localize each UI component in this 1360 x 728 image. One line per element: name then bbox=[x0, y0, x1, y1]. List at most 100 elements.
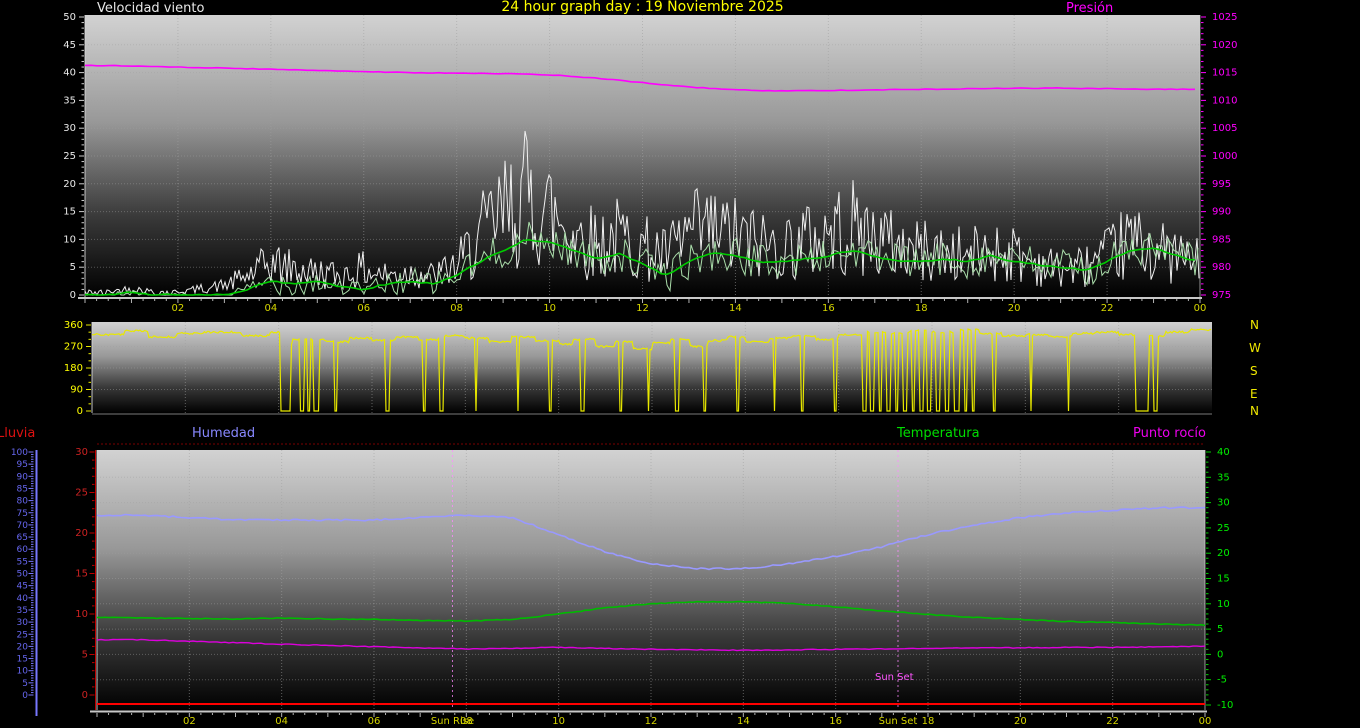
tick-label: 40 bbox=[17, 594, 29, 604]
tick-label: 10 bbox=[17, 667, 29, 677]
tick-label: 100 bbox=[11, 448, 28, 458]
tick-label: 1015 bbox=[1212, 68, 1237, 79]
tick-label: 1010 bbox=[1212, 95, 1237, 106]
x-axis-bottom: 020406081012141618202200Sun RiseSun Set bbox=[97, 713, 1211, 727]
tick-label: 0 bbox=[82, 690, 88, 701]
tick-label: 40 bbox=[1217, 447, 1230, 458]
hour-label: 02 bbox=[183, 716, 196, 727]
hour-label: 00 bbox=[1199, 716, 1212, 727]
hour-label: 02 bbox=[172, 303, 185, 314]
hour-label: 22 bbox=[1101, 303, 1114, 314]
hour-label: 10 bbox=[552, 716, 565, 727]
tick-label: 15 bbox=[1217, 574, 1230, 585]
tick-label: -5 bbox=[1217, 675, 1227, 686]
tick-label: 35 bbox=[17, 606, 28, 616]
x-axis-top: 020406081012141618202200 bbox=[85, 299, 1206, 314]
tick-label: 25 bbox=[63, 151, 76, 162]
tick-label: 5 bbox=[1217, 624, 1223, 635]
hour-label: 20 bbox=[1008, 303, 1021, 314]
tick-label: 20 bbox=[1217, 548, 1230, 559]
tick-label: 75 bbox=[17, 509, 28, 519]
tick-label: 975 bbox=[1212, 290, 1231, 301]
tick-label: 45 bbox=[17, 582, 28, 592]
tick-label: 30 bbox=[17, 618, 29, 628]
sun-set-axis-label: Sun Set bbox=[879, 716, 918, 727]
hour-label: 04 bbox=[264, 303, 277, 314]
tick-label: 1025 bbox=[1212, 12, 1237, 23]
tick-label: 270 bbox=[64, 342, 83, 353]
tick-label: 180 bbox=[64, 363, 83, 374]
hour-label: 16 bbox=[829, 716, 842, 727]
tick-label: 35 bbox=[1217, 472, 1230, 483]
sun-rise-axis-label: Sun Rise bbox=[431, 716, 474, 727]
hour-label: 04 bbox=[275, 716, 288, 727]
hour-label: 06 bbox=[357, 303, 370, 314]
tick-label: 980 bbox=[1212, 262, 1231, 273]
tick-label: 5 bbox=[70, 262, 76, 273]
tick-label: 985 bbox=[1212, 234, 1231, 245]
hour-label: 08 bbox=[450, 303, 463, 314]
sun-set-chart-label: Sun Set bbox=[875, 672, 914, 683]
tick-label: 20 bbox=[17, 642, 29, 652]
hour-label: 06 bbox=[368, 716, 381, 727]
tick-label: 95 bbox=[17, 460, 28, 470]
tick-label: 80 bbox=[17, 497, 29, 507]
hour-label: 20 bbox=[1014, 716, 1027, 727]
tick-label: 90 bbox=[70, 385, 83, 396]
hour-label: 16 bbox=[822, 303, 835, 314]
hour-label: 14 bbox=[737, 716, 750, 727]
tick-label: 0 bbox=[22, 691, 28, 701]
tick-label: -10 bbox=[1217, 700, 1233, 711]
tick-label: 20 bbox=[63, 179, 76, 190]
hour-label: 18 bbox=[915, 303, 928, 314]
hour-label: 12 bbox=[645, 716, 658, 727]
tick-label: 360 bbox=[64, 320, 83, 331]
tick-label: 1005 bbox=[1212, 123, 1237, 134]
tick-label: 65 bbox=[17, 533, 28, 543]
tick-label: 0 bbox=[70, 290, 76, 301]
tick-label: 70 bbox=[17, 521, 29, 531]
tick-label: 90 bbox=[17, 472, 29, 482]
tick-label: 25 bbox=[17, 630, 28, 640]
tick-label: 40 bbox=[63, 68, 76, 79]
rain-axis: 30 25 20 15 10 5 0 bbox=[75, 447, 94, 701]
tick-label: 85 bbox=[17, 484, 28, 494]
tick-label: 10 bbox=[1217, 599, 1230, 610]
tick-label: 35 bbox=[63, 95, 76, 106]
tick-label: 1020 bbox=[1212, 40, 1237, 51]
tick-label: 55 bbox=[17, 557, 28, 567]
tick-label: 0 bbox=[77, 406, 83, 417]
tick-label: 25 bbox=[1217, 523, 1230, 534]
tick-label: 30 bbox=[75, 447, 88, 458]
temperature-axis: 40 35 30 25 20 15 10 5 0 -5 -10 bbox=[1206, 447, 1233, 711]
tick-label: 1000 bbox=[1212, 151, 1237, 162]
tick-label: 45 bbox=[63, 40, 76, 51]
hour-label: 00 bbox=[1194, 303, 1207, 314]
hour-label: 12 bbox=[636, 303, 649, 314]
hour-label: 18 bbox=[922, 716, 935, 727]
tick-label: 10 bbox=[63, 234, 76, 245]
tick-label: 50 bbox=[17, 570, 29, 580]
hour-label: 22 bbox=[1106, 716, 1119, 727]
tick-label: 10 bbox=[75, 609, 88, 620]
tick-label: 5 bbox=[82, 650, 88, 661]
tick-label: 15 bbox=[17, 655, 28, 665]
tick-label: 30 bbox=[1217, 498, 1230, 509]
pressure-axis: 1025 1020 1015 1010 1005 1000 995 990 985 980 975 bbox=[1201, 12, 1237, 301]
wind-direction-axis: 360 270 180 90 0 bbox=[64, 320, 91, 417]
tick-label: 15 bbox=[63, 207, 76, 218]
tick-label: 20 bbox=[75, 528, 88, 539]
tick-label: 15 bbox=[75, 569, 88, 580]
weather-charts-canvas: 5045403530252015105010251020101510101005… bbox=[0, 0, 1360, 728]
tick-label: 990 bbox=[1212, 207, 1231, 218]
tick-label: 25 bbox=[75, 488, 88, 499]
wind-speed-axis: 50454035302520151050 bbox=[63, 12, 84, 301]
hour-label: 10 bbox=[543, 303, 556, 314]
tick-label: 5 bbox=[22, 679, 28, 689]
tick-label: 995 bbox=[1212, 179, 1231, 190]
tick-label: 30 bbox=[63, 123, 76, 134]
tick-label: 50 bbox=[63, 12, 76, 23]
tick-label: 60 bbox=[17, 545, 29, 555]
tick-label: 0 bbox=[1217, 649, 1223, 660]
humidity-axis: 1009590858075706560555045403530252015105… bbox=[11, 448, 34, 701]
